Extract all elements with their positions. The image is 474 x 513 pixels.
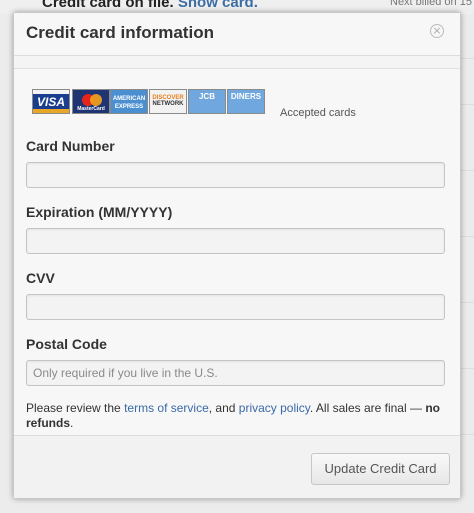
expiration-input[interactable]: [26, 228, 445, 254]
amex-icon: AMERICAN EXPRESS: [110, 89, 148, 114]
privacy-policy-link[interactable]: privacy policy: [239, 401, 310, 415]
background-card-status: Credit card on file. Show card.: [42, 0, 258, 11]
update-credit-card-button[interactable]: Update Credit Card: [311, 453, 450, 485]
postal-code-label: Postal Code: [26, 336, 107, 352]
background-show-card-link[interactable]: Show card.: [178, 0, 258, 11]
cvv-input[interactable]: [26, 294, 445, 320]
background-divider: [459, 58, 474, 59]
terms-of-service-link[interactable]: terms of service: [124, 401, 209, 415]
background-card-text: Credit card on file.: [42, 0, 174, 11]
postal-code-input[interactable]: [26, 360, 445, 386]
legal-suffix: . All sales are final —: [309, 401, 426, 415]
credit-card-modal: Credit card information × VISA MasterCar…: [13, 12, 461, 499]
background-divider: [459, 434, 474, 435]
discover-icon: DISCOVER NETWORK: [149, 89, 187, 114]
background-divider: [459, 302, 474, 303]
modal-body: VISA MasterCard AMERICAN EXPRESS DISCOVE…: [14, 69, 460, 435]
cvv-label: CVV: [26, 270, 55, 286]
legal-middle: , and: [208, 401, 239, 415]
jcb-icon: JCB: [188, 89, 226, 114]
modal-title: Credit card information: [26, 23, 214, 42]
legal-prefix: Please review the: [26, 401, 125, 415]
modal-footer: Update Credit Card: [14, 435, 460, 498]
mastercard-icon: MasterCard: [72, 89, 110, 114]
background-divider: [459, 368, 474, 369]
modal-header: Credit card information ×: [14, 13, 460, 56]
background-divider: [459, 236, 474, 237]
visa-icon: VISA: [32, 89, 70, 114]
accepted-cards-label: Accepted cards: [280, 107, 356, 119]
legal-notice: Please review the terms of service, and …: [26, 401, 451, 431]
card-number-label: Card Number: [26, 138, 115, 154]
modal-subheader-strip: [14, 56, 460, 69]
diners-icon: DINERS: [227, 89, 265, 114]
close-icon[interactable]: ×: [430, 24, 444, 38]
background-next-billed: Next billed on 15: [390, 0, 472, 8]
card-number-input[interactable]: [26, 162, 445, 188]
expiration-label: Expiration (MM/YYYY): [26, 204, 173, 220]
background-divider: [459, 104, 474, 105]
background-divider: [459, 170, 474, 171]
legal-end: .: [70, 416, 74, 430]
